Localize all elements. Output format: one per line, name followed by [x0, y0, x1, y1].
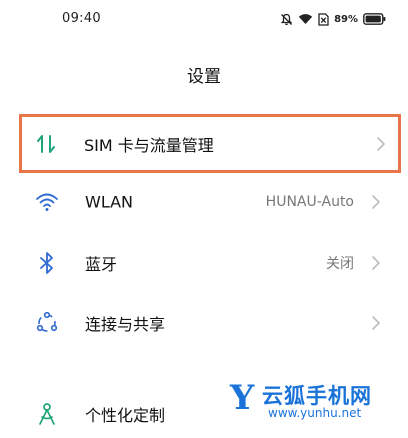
settings-item-label: WLAN — [85, 192, 134, 212]
connection-share-icon — [34, 310, 60, 336]
watermark-letter: Y — [230, 378, 255, 418]
settings-item-wlan[interactable]: WLAN HUNAU-Auto — [20, 174, 396, 230]
settings-item-label: 个性化定制 — [85, 406, 166, 425]
mute-bell-icon — [280, 13, 293, 26]
wifi-icon — [34, 189, 60, 215]
battery-percent: 89% — [334, 13, 358, 25]
status-bar: 09:40 89% — [0, 0, 408, 40]
watermark-url: www.yunhu.net — [268, 406, 362, 420]
settings-item-sim-data[interactable]: SIM 卡与流量管理 — [19, 114, 401, 173]
status-time: 09:40 — [62, 11, 101, 26]
settings-item-bluetooth[interactable]: 蓝牙 关闭 — [20, 235, 396, 291]
personalization-icon — [34, 401, 60, 427]
battery-icon — [363, 13, 386, 25]
page-title: 设置 — [187, 67, 221, 87]
settings-item-connection-sharing[interactable]: 连接与共享 — [20, 295, 396, 351]
bluetooth-icon — [34, 250, 60, 276]
sim-x-icon — [318, 12, 329, 26]
chevron-right-icon — [372, 256, 380, 270]
chevron-right-icon — [372, 316, 380, 330]
settings-item-label: 连接与共享 — [85, 315, 166, 334]
settings-item-value: 关闭 — [326, 256, 354, 272]
chevron-right-icon — [377, 136, 385, 151]
settings-item-value: HUNAU-Auto — [265, 194, 354, 210]
sim-data-icon — [33, 131, 59, 157]
watermark-logo: Y 云狐手机网 www.yunhu.net — [230, 378, 405, 423]
settings-screen: 09:40 89% 设置 SIM 卡与流量管理 WLAN HUNAU-Auto … — [0, 0, 408, 438]
status-icons: 89% — [280, 9, 386, 29]
settings-item-label: SIM 卡与流量管理 — [84, 135, 214, 155]
wifi-status-icon — [298, 13, 313, 25]
chevron-right-icon — [372, 195, 380, 209]
settings-item-label: 蓝牙 — [85, 255, 118, 274]
